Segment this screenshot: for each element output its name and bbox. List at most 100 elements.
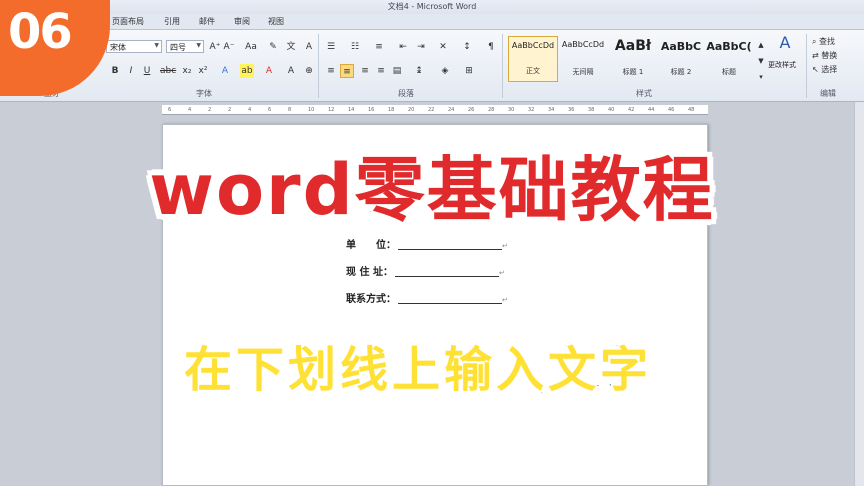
- text-effects-icon[interactable]: A: [218, 64, 232, 78]
- ruler-tick: 14: [348, 107, 355, 113]
- tab-mailings[interactable]: 邮件: [199, 16, 215, 27]
- ruler-tick: 6: [268, 107, 272, 113]
- align-left-icon[interactable]: ≡: [324, 64, 338, 78]
- replace-icon: ⇄: [812, 51, 819, 60]
- enclose-char-icon[interactable]: ⊕: [302, 64, 316, 78]
- style-normal[interactable]: AaBbCcDd 正文: [508, 36, 558, 82]
- styles-scroll-down-icon[interactable]: ▼: [754, 54, 768, 68]
- align-right-icon[interactable]: ≡: [358, 64, 372, 78]
- tab-view[interactable]: 视图: [268, 16, 284, 27]
- style-sample: AaBbCcDd: [511, 41, 555, 50]
- group-separator: [806, 34, 807, 98]
- style-title[interactable]: AaBbC( 标题: [704, 36, 754, 82]
- ruler-tick: 36: [568, 107, 575, 113]
- form-row-contact[interactable]: 联系方式： ↵: [346, 290, 508, 305]
- subscript-icon[interactable]: x₂: [180, 64, 194, 78]
- style-name: 标题: [722, 68, 736, 76]
- style-heading-2[interactable]: AaBbC 标题 2: [656, 36, 706, 82]
- borders-icon[interactable]: ⊞: [462, 64, 476, 78]
- style-name: 标题 1: [622, 68, 644, 76]
- multilevel-list-icon[interactable]: ≡: [372, 40, 386, 54]
- ruler-tick: 12: [328, 107, 335, 113]
- clear-format-icon[interactable]: ✎: [266, 40, 280, 54]
- change-case-icon[interactable]: Aa: [244, 40, 258, 54]
- tab-references[interactable]: 引用: [164, 16, 180, 27]
- field-label: 单 位：: [346, 240, 396, 251]
- styles-more-icon[interactable]: ▾: [754, 70, 768, 84]
- paragraph-mark: ↵: [502, 296, 508, 304]
- align-center-icon[interactable]: ≡: [340, 64, 354, 78]
- horizontal-ruler[interactable]: 6 4 2 2 4 6 8 10 12 14 16 18 20 22 24 26 28 30 32 34 36 38 40 4…: [162, 105, 708, 115]
- italic-icon[interactable]: I: [124, 64, 138, 78]
- underline-blank[interactable]: [398, 240, 502, 250]
- phonetic-icon[interactable]: 文: [284, 40, 298, 54]
- field-label: 联系方式：: [346, 294, 396, 305]
- bullets-icon[interactable]: ☰: [324, 40, 338, 54]
- font-name-value: 宋体: [110, 43, 126, 52]
- select-button[interactable]: ↖ 选择: [812, 64, 837, 75]
- show-marks-icon[interactable]: ¶: [484, 40, 498, 54]
- find-button[interactable]: ⌕ 查找: [812, 36, 835, 47]
- font-size-combo[interactable]: 四号 ▼: [166, 40, 204, 53]
- underline-blank[interactable]: [394, 267, 499, 277]
- ribbon: 宋体 ▼ 四号 ▼ A⁺ A⁻ Aa ✎ 文 A B I U abc x₂ x²…: [0, 30, 864, 102]
- group-label-paragraph: 段落: [398, 89, 414, 98]
- style-no-spacing[interactable]: AaBbCcDd 无间隔: [558, 36, 608, 82]
- ruler-tick: 44: [648, 107, 655, 113]
- ruler-tick: 8: [288, 107, 292, 113]
- ruler-tick: 32: [528, 107, 535, 113]
- ruler-tick: 38: [588, 107, 595, 113]
- superscript-icon[interactable]: x²: [196, 64, 210, 78]
- ruler-tick: 6: [168, 107, 172, 113]
- shading-icon[interactable]: ◈: [438, 64, 452, 78]
- font-name-combo[interactable]: 宋体 ▼: [106, 40, 162, 53]
- style-sample: AaBbC(: [706, 40, 752, 53]
- line-spacing-icon[interactable]: ↨: [412, 64, 426, 78]
- char-border-icon[interactable]: A: [302, 40, 316, 54]
- bold-icon[interactable]: B: [108, 64, 122, 78]
- highlight-icon[interactable]: ab: [240, 64, 254, 78]
- field-label: 现 住 址：: [346, 267, 393, 278]
- numbering-icon[interactable]: ☷: [348, 40, 362, 54]
- styles-scroll-up-icon[interactable]: ▲: [754, 38, 768, 52]
- ruler-tick: 2: [228, 107, 232, 113]
- ruler-tick: 30: [508, 107, 515, 113]
- grow-font-icon[interactable]: A⁺: [208, 40, 222, 54]
- paragraph-mark: ↵: [498, 269, 505, 277]
- style-heading-1[interactable]: AaBł 标题 1: [608, 36, 658, 82]
- ruler-tick: 10: [308, 107, 315, 113]
- group-label-styles: 样式: [636, 89, 652, 98]
- char-shading-icon[interactable]: A: [284, 64, 298, 78]
- justify-icon[interactable]: ≡: [374, 64, 388, 78]
- increase-indent-icon[interactable]: ⇥: [414, 40, 428, 54]
- tab-review[interactable]: 审阅: [234, 16, 250, 27]
- chinese-layout-icon[interactable]: ✕: [436, 40, 450, 54]
- underline-blank[interactable]: [398, 294, 502, 304]
- sort-icon[interactable]: ↕: [460, 40, 474, 54]
- ruler-tick: 2: [208, 107, 212, 113]
- ruler-tick: 24: [448, 107, 455, 113]
- replace-button[interactable]: ⇄ 替换: [812, 50, 837, 61]
- shrink-font-icon[interactable]: A⁻: [222, 40, 236, 54]
- find-icon: ⌕: [812, 37, 817, 46]
- change-styles-label[interactable]: 更改样式: [768, 60, 796, 70]
- title-bar: 文档4 - Microsoft Word: [0, 0, 864, 14]
- form-row-unit[interactable]: 单 位： ↵: [346, 236, 508, 251]
- chevron-down-icon: ▼: [196, 42, 201, 49]
- ribbon-tabs: 页面布局 引用 邮件 审阅 视图: [0, 14, 864, 30]
- ruler-tick: 4: [188, 107, 192, 113]
- font-color-icon[interactable]: A: [262, 64, 276, 78]
- decrease-indent-icon[interactable]: ⇤: [396, 40, 410, 54]
- underline-icon[interactable]: U: [140, 64, 154, 78]
- ruler-tick: 40: [608, 107, 615, 113]
- distributed-icon[interactable]: ▤: [390, 64, 404, 78]
- form-row-address[interactable]: 现 住 址： ↵: [346, 263, 505, 278]
- group-separator: [502, 34, 503, 98]
- ruler-tick: 18: [388, 107, 395, 113]
- ruler-tick: 22: [428, 107, 435, 113]
- group-label-font: 字体: [196, 89, 212, 98]
- strikethrough-icon[interactable]: abc: [160, 64, 176, 78]
- tab-page-layout[interactable]: 页面布局: [112, 16, 144, 27]
- style-sample: AaBbC: [660, 40, 702, 53]
- change-styles-icon[interactable]: A: [776, 35, 794, 51]
